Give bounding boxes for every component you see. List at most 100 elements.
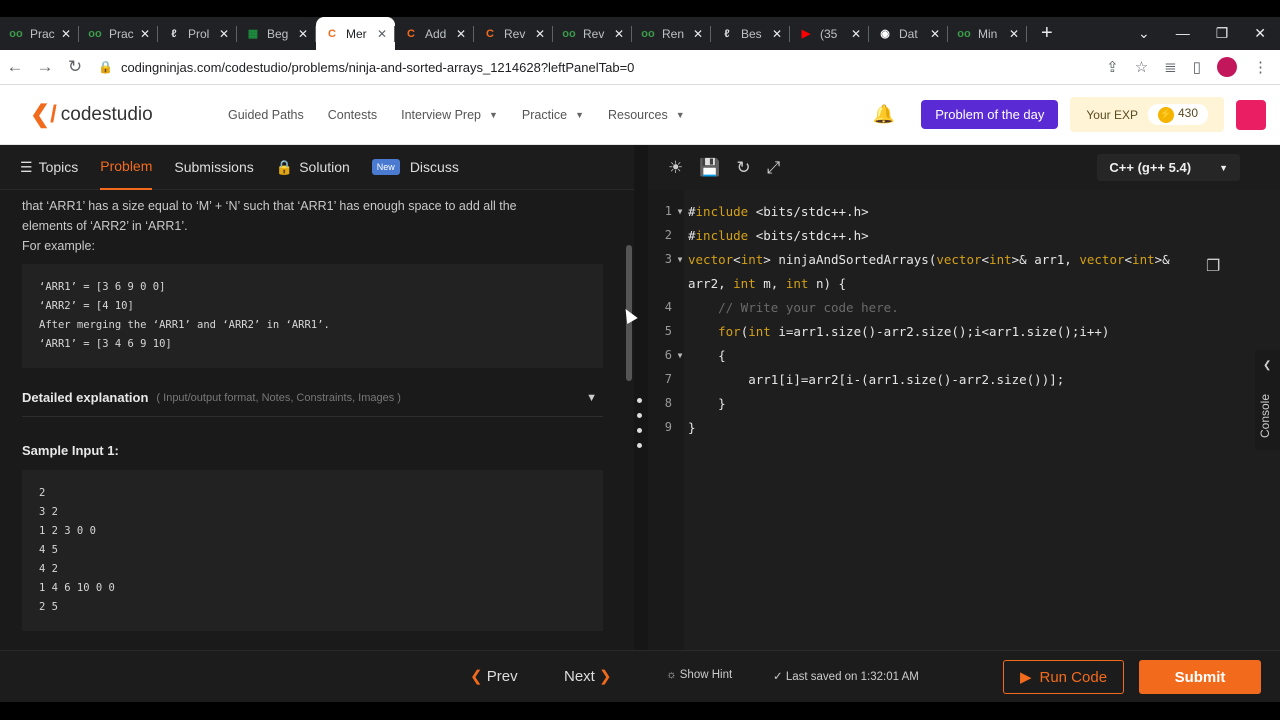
tab-favicon-icon: C bbox=[486, 27, 494, 40]
site-header: ❮/ codestudio Guided Paths Contests Inte… bbox=[0, 85, 1280, 145]
line-number: 1 bbox=[664, 204, 672, 218]
fullscreen-icon[interactable]: ⤢ bbox=[767, 158, 781, 178]
run-label: Run Code bbox=[1039, 668, 1108, 686]
prev-button[interactable]: ❮ Prev bbox=[470, 667, 518, 685]
line-number: 8 bbox=[664, 396, 672, 410]
problem-of-the-day-button[interactable]: Problem of the day bbox=[921, 100, 1059, 129]
tab-favicon-icon: oo bbox=[562, 27, 576, 40]
code-editor[interactable]: 1 ▼ #include <bits/stdc++.h> 2 #include <bit… bbox=[648, 190, 1251, 650]
fold-arrow-icon[interactable]: ▼ bbox=[672, 207, 688, 216]
user-avatar[interactable] bbox=[1236, 99, 1266, 130]
editor-toolbar: ☀ 💾 ↻ ⤢ C++ (g++ 5.4) ▼ bbox=[648, 145, 1280, 190]
tab-problem[interactable]: Problem bbox=[100, 145, 153, 190]
close-window-icon[interactable]: ✕ bbox=[1254, 25, 1266, 42]
browser-tab[interactable]: oo Min ✕ bbox=[948, 17, 1027, 50]
header-actions: 🔔 Problem of the day Your EXP ⚡ 430 bbox=[873, 97, 1280, 132]
codestudio-logo[interactable]: ❮/ codestudio bbox=[30, 100, 190, 129]
browser-tab[interactable]: oo Rev ✕ bbox=[553, 17, 632, 50]
tab-close-icon[interactable]: ✕ bbox=[140, 27, 150, 41]
save-icon[interactable]: 💾 bbox=[699, 158, 720, 178]
reload-icon[interactable]: ↻ bbox=[60, 57, 90, 77]
bulb-icon: ☼ bbox=[666, 669, 677, 681]
browser-tab[interactable]: ◉ Dat ✕ bbox=[869, 17, 948, 50]
submit-button[interactable]: Submit bbox=[1139, 660, 1261, 694]
share-icon[interactable]: ⇪ bbox=[1106, 58, 1119, 76]
code-line: 9} bbox=[648, 415, 696, 439]
fold-arrow-icon[interactable]: ▼ bbox=[672, 255, 688, 264]
menu-guided-paths[interactable]: Guided Paths bbox=[228, 108, 304, 122]
console-toggle[interactable]: ❮ Console bbox=[1255, 350, 1280, 450]
panel-resize-handle[interactable] bbox=[634, 145, 648, 650]
tab-close-icon[interactable]: ✕ bbox=[772, 27, 782, 41]
tab-close-icon[interactable]: ✕ bbox=[456, 27, 466, 41]
menu-interview-prep[interactable]: Interview Prep ▼ bbox=[401, 108, 498, 122]
browser-tab[interactable]: ℓ Prol ✕ bbox=[158, 17, 237, 50]
menu-label: Guided Paths bbox=[228, 107, 304, 122]
minimize-icon[interactable]: — bbox=[1176, 25, 1190, 42]
chevron-down-icon: ▼ bbox=[489, 109, 498, 120]
next-label: Next bbox=[564, 668, 595, 685]
menu-contests[interactable]: Contests bbox=[328, 108, 377, 122]
profile-avatar[interactable] bbox=[1217, 57, 1237, 77]
theme-sun-icon[interactable]: ☀ bbox=[668, 158, 683, 178]
code-line: 3 ▼ vector<int> ninjaAndSortedArrays(vecto… bbox=[648, 247, 1170, 271]
tab-close-icon[interactable]: ✕ bbox=[377, 27, 387, 41]
tab-close-icon[interactable]: ✕ bbox=[851, 27, 861, 41]
menu-resources[interactable]: Resources ▼ bbox=[608, 108, 685, 122]
new-tab-button[interactable]: + bbox=[1041, 22, 1053, 45]
menu-label: Resources bbox=[608, 107, 668, 122]
bookmark-star-icon[interactable]: ☆ bbox=[1135, 58, 1148, 76]
browser-tab[interactable]: oo Prac ✕ bbox=[79, 17, 158, 50]
browser-tab[interactable]: oo Ren ✕ bbox=[632, 17, 711, 50]
language-select[interactable]: C++ (g++ 5.4) ▼ bbox=[1097, 154, 1240, 181]
tab-close-icon[interactable]: ✕ bbox=[61, 27, 71, 41]
language-label: C++ (g++ 5.4) bbox=[1109, 160, 1192, 175]
menu-practice[interactable]: Practice ▼ bbox=[522, 108, 584, 122]
browser-tab[interactable]: C Add ✕ bbox=[395, 17, 474, 50]
tab-search-icon[interactable]: ⌄ bbox=[1138, 25, 1150, 42]
tab-topics[interactable]: ☰ Topics bbox=[20, 145, 78, 190]
browser-menu-icon[interactable]: ⋮ bbox=[1253, 58, 1268, 76]
browser-tab[interactable]: oo Prac ✕ bbox=[0, 17, 79, 50]
copy-icon[interactable]: ❐ bbox=[1206, 256, 1220, 276]
exp-badge[interactable]: Your EXP ⚡ 430 bbox=[1070, 97, 1224, 132]
tab-submissions[interactable]: Submissions bbox=[174, 145, 253, 190]
reading-list-icon[interactable]: ≣ bbox=[1164, 58, 1177, 76]
tab-close-icon[interactable]: ✕ bbox=[219, 27, 229, 41]
reset-icon[interactable]: ↻ bbox=[736, 158, 750, 178]
url-field[interactable]: 🔒 codingninjas.com/codestudio/problems/n… bbox=[98, 53, 1106, 81]
browser-tab[interactable]: ℓ Bes ✕ bbox=[711, 17, 790, 50]
browser-tab[interactable]: C Mer ✕ bbox=[316, 17, 395, 50]
tab-label: Discuss bbox=[409, 159, 459, 175]
url-text: codingninjas.com/codestudio/problems/nin… bbox=[120, 59, 635, 75]
tab-close-icon[interactable]: ✕ bbox=[930, 27, 940, 41]
logo-text: codestudio bbox=[60, 103, 153, 125]
fold-arrow-icon[interactable]: ▼ bbox=[672, 351, 688, 360]
tab-solution[interactable]: 🔒 Solution bbox=[276, 145, 350, 190]
tab-close-icon[interactable]: ✕ bbox=[693, 27, 703, 41]
detailed-explanation-toggle[interactable]: Detailed explanation ( Input/output form… bbox=[22, 390, 603, 417]
browser-tab[interactable]: C Rev ✕ bbox=[474, 17, 553, 50]
tab-close-icon[interactable]: ✕ bbox=[535, 27, 545, 41]
run-code-button[interactable]: ▶ Run Code bbox=[1003, 660, 1124, 694]
window-controls: ⌄ — ❐ ✕ bbox=[1138, 25, 1280, 42]
code-text: { bbox=[688, 347, 726, 363]
forward-icon[interactable]: → bbox=[30, 57, 60, 77]
browser-tab[interactable]: ▦ Beg ✕ bbox=[237, 17, 316, 50]
tab-title: Add bbox=[425, 26, 447, 41]
restore-icon[interactable]: ❐ bbox=[1216, 25, 1229, 42]
next-button[interactable]: Next ❯ bbox=[564, 667, 612, 685]
tab-list: oo Prac ✕ oo Prac ✕ ℓ Prol ✕ ▦ Beg ✕ C Mer ✕ C Add ✕ C Rev ✕… bbox=[0, 17, 1027, 50]
example-box: ‘ARR1’ = [3 6 9 0 0] ‘ARR2’ = [4 10] Aft… bbox=[22, 264, 603, 368]
browser-tab[interactable]: ▶ (35 ✕ bbox=[790, 17, 869, 50]
tab-close-icon[interactable]: ✕ bbox=[1009, 27, 1019, 41]
sidebar-icon[interactable]: ▯ bbox=[1193, 58, 1201, 76]
show-hint-button[interactable]: ☼ Show Hint bbox=[666, 669, 732, 681]
desc-line: that ‘ARR1’ has a size equal to ‘M’ + ‘N… bbox=[22, 199, 517, 213]
tab-close-icon[interactable]: ✕ bbox=[614, 27, 624, 41]
back-icon[interactable]: ← bbox=[0, 57, 30, 77]
tab-close-icon[interactable]: ✕ bbox=[298, 27, 308, 41]
notification-bell-icon[interactable]: 🔔 bbox=[873, 104, 895, 125]
problem-panel: ☰ Topics Problem Submissions 🔒 Solution Ne… bbox=[0, 145, 634, 650]
tab-discuss[interactable]: New Discuss bbox=[371, 145, 459, 190]
